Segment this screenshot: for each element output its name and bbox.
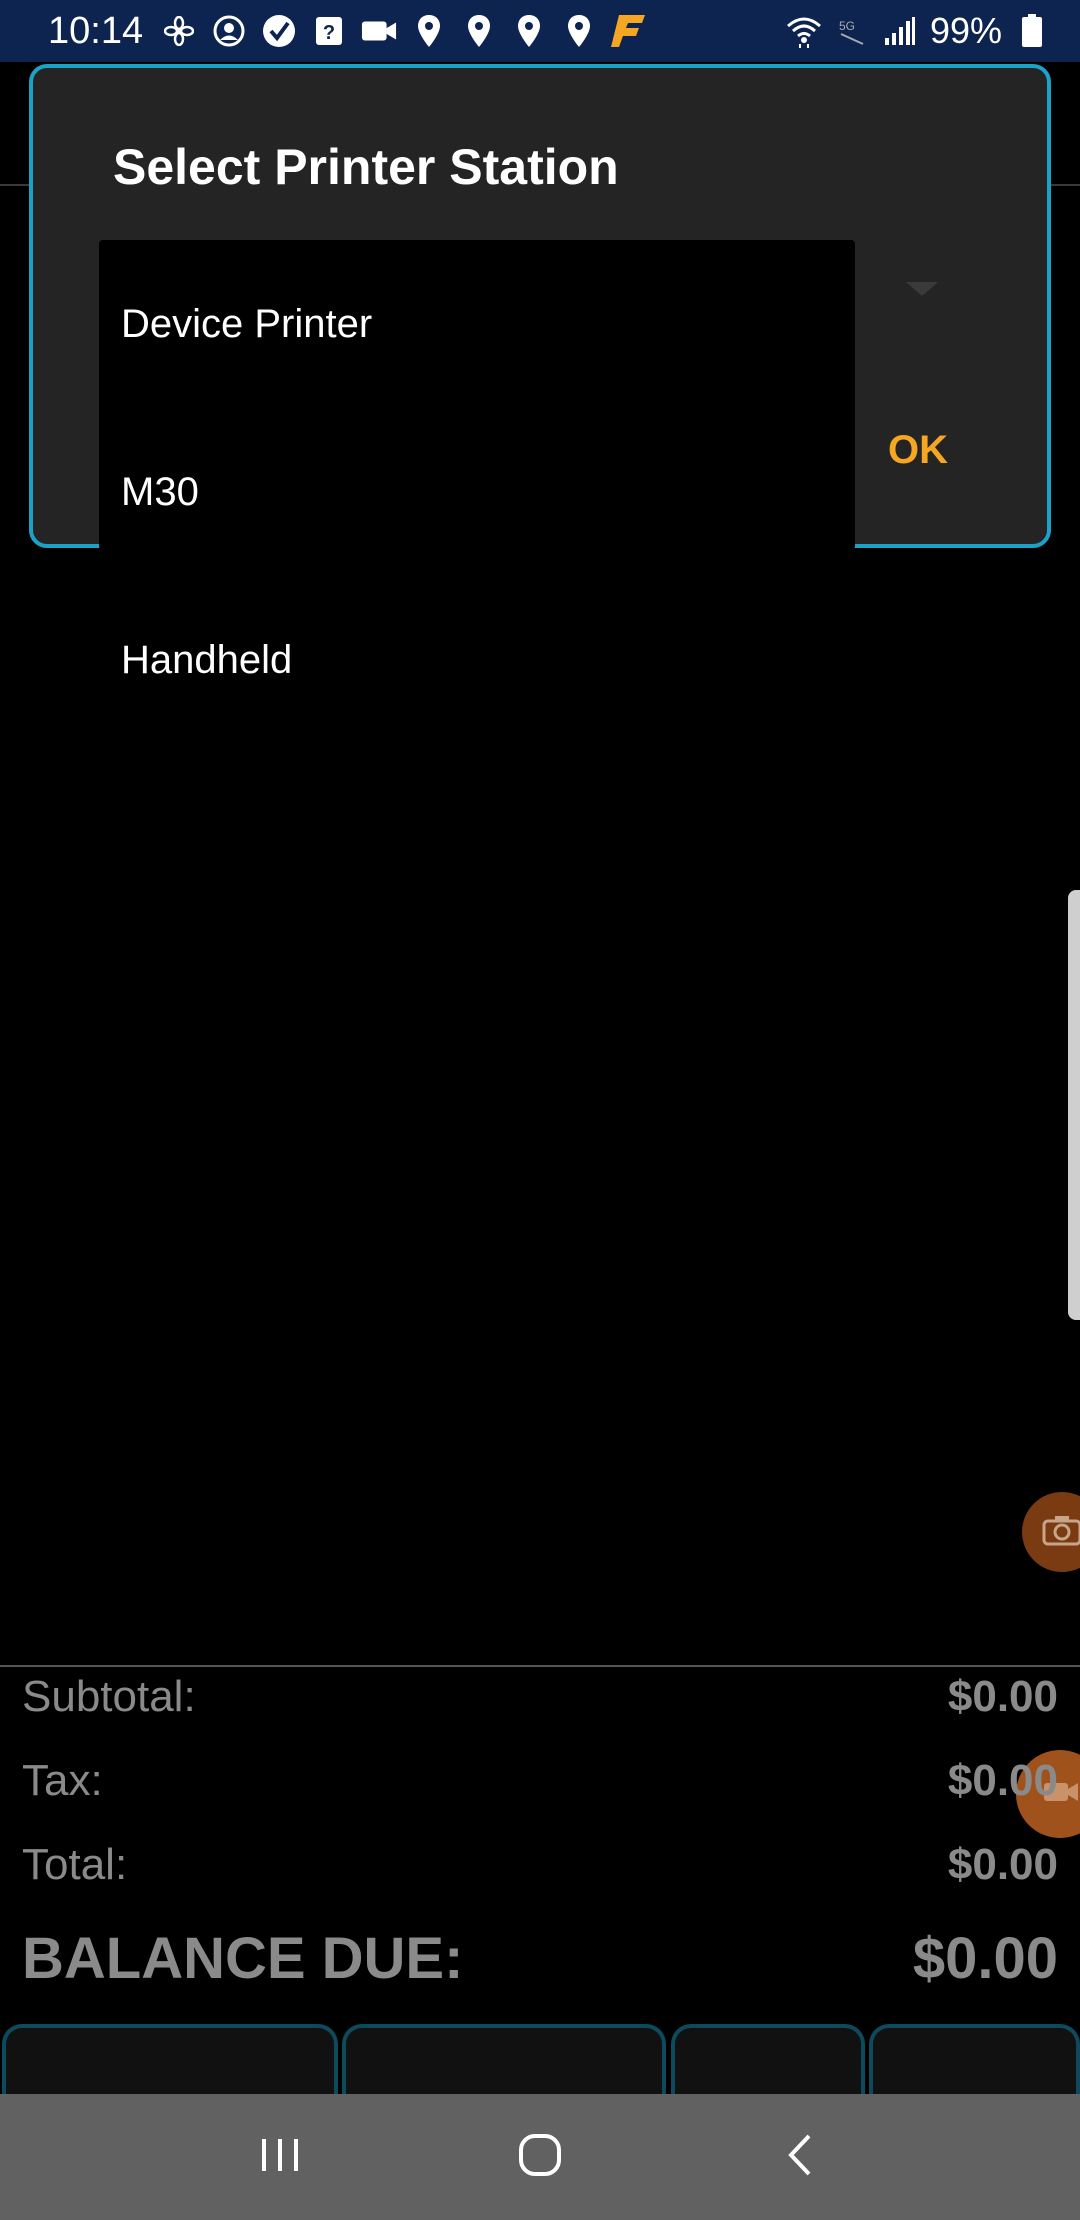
screen: 10:14 ? 5G 99% Select Printer Station OK…	[0, 0, 1080, 2220]
dialog-title: Select Printer Station	[113, 139, 619, 195]
status-time: 10:14	[48, 9, 144, 52]
dropdown-item-device-printer[interactable]: Device Printer	[99, 240, 855, 408]
printer-dropdown-list: Device Printer M30 Handheld	[99, 240, 855, 745]
svg-text:5G: 5G	[839, 19, 855, 33]
ok-button[interactable]: OK	[888, 428, 948, 473]
side-drawer-handle[interactable]	[1068, 890, 1080, 1320]
camera-icon	[1042, 1514, 1080, 1551]
wifi-icon	[786, 13, 822, 49]
total-label: Total:	[22, 1840, 128, 1889]
total-row: Total: $0.00	[22, 1840, 1058, 1890]
battery-icon	[1014, 13, 1050, 49]
battery-percent: 99%	[929, 10, 1002, 51]
video-camera-icon	[361, 13, 397, 49]
f-logo-icon	[611, 13, 647, 49]
total-value: $0.00	[947, 1840, 1058, 1889]
location-pin-icon	[411, 13, 447, 49]
home-button[interactable]	[500, 2117, 580, 2197]
subtotal-value: $0.00	[947, 1672, 1058, 1721]
balance-due-row: BALANCE DUE: $0.00	[22, 1925, 1058, 1992]
tax-label: Tax:	[22, 1756, 103, 1805]
5g-icon: 5G	[834, 13, 870, 49]
tax-row: Tax: $0.00	[22, 1756, 1058, 1806]
balance-due-label: BALANCE DUE:	[22, 1926, 464, 1991]
dropdown-item-handheld[interactable]: Handheld	[99, 576, 855, 744]
action-button-2[interactable]	[342, 2024, 666, 2094]
system-icons: 5G 99%	[786, 10, 1050, 52]
signal-icon	[882, 13, 918, 49]
help-box-icon: ?	[311, 13, 347, 49]
notification-icons: ?	[161, 13, 647, 49]
account-icon	[211, 13, 247, 49]
back-button[interactable]	[760, 2117, 840, 2197]
fan-icon	[161, 13, 197, 49]
totals-divider	[0, 1665, 1080, 1667]
dropdown-arrow-icon[interactable]	[906, 282, 938, 296]
subtotal-label: Subtotal:	[22, 1672, 196, 1721]
check-badge-icon	[261, 13, 297, 49]
status-bar: 10:14 ? 5G 99%	[0, 0, 1080, 62]
subtotal-row: Subtotal: $0.00	[22, 1672, 1058, 1722]
action-button-1[interactable]	[2, 2024, 338, 2094]
location-pin-icon	[511, 13, 547, 49]
camera-fab[interactable]	[1022, 1492, 1080, 1572]
location-pin-icon	[561, 13, 597, 49]
dropdown-item-m30[interactable]: M30	[99, 408, 855, 576]
balance-due-value: $0.00	[912, 1926, 1058, 1991]
action-button-4[interactable]	[869, 2024, 1080, 2094]
tax-value: $0.00	[947, 1756, 1058, 1805]
back-icon	[785, 2132, 815, 2183]
svg-text:?: ?	[323, 22, 335, 44]
home-icon	[517, 2132, 563, 2183]
recent-apps-icon	[258, 2135, 302, 2180]
location-pin-icon	[461, 13, 497, 49]
recent-apps-button[interactable]	[240, 2117, 320, 2197]
navigation-bar	[0, 2094, 1080, 2220]
action-button-3[interactable]	[671, 2024, 865, 2094]
